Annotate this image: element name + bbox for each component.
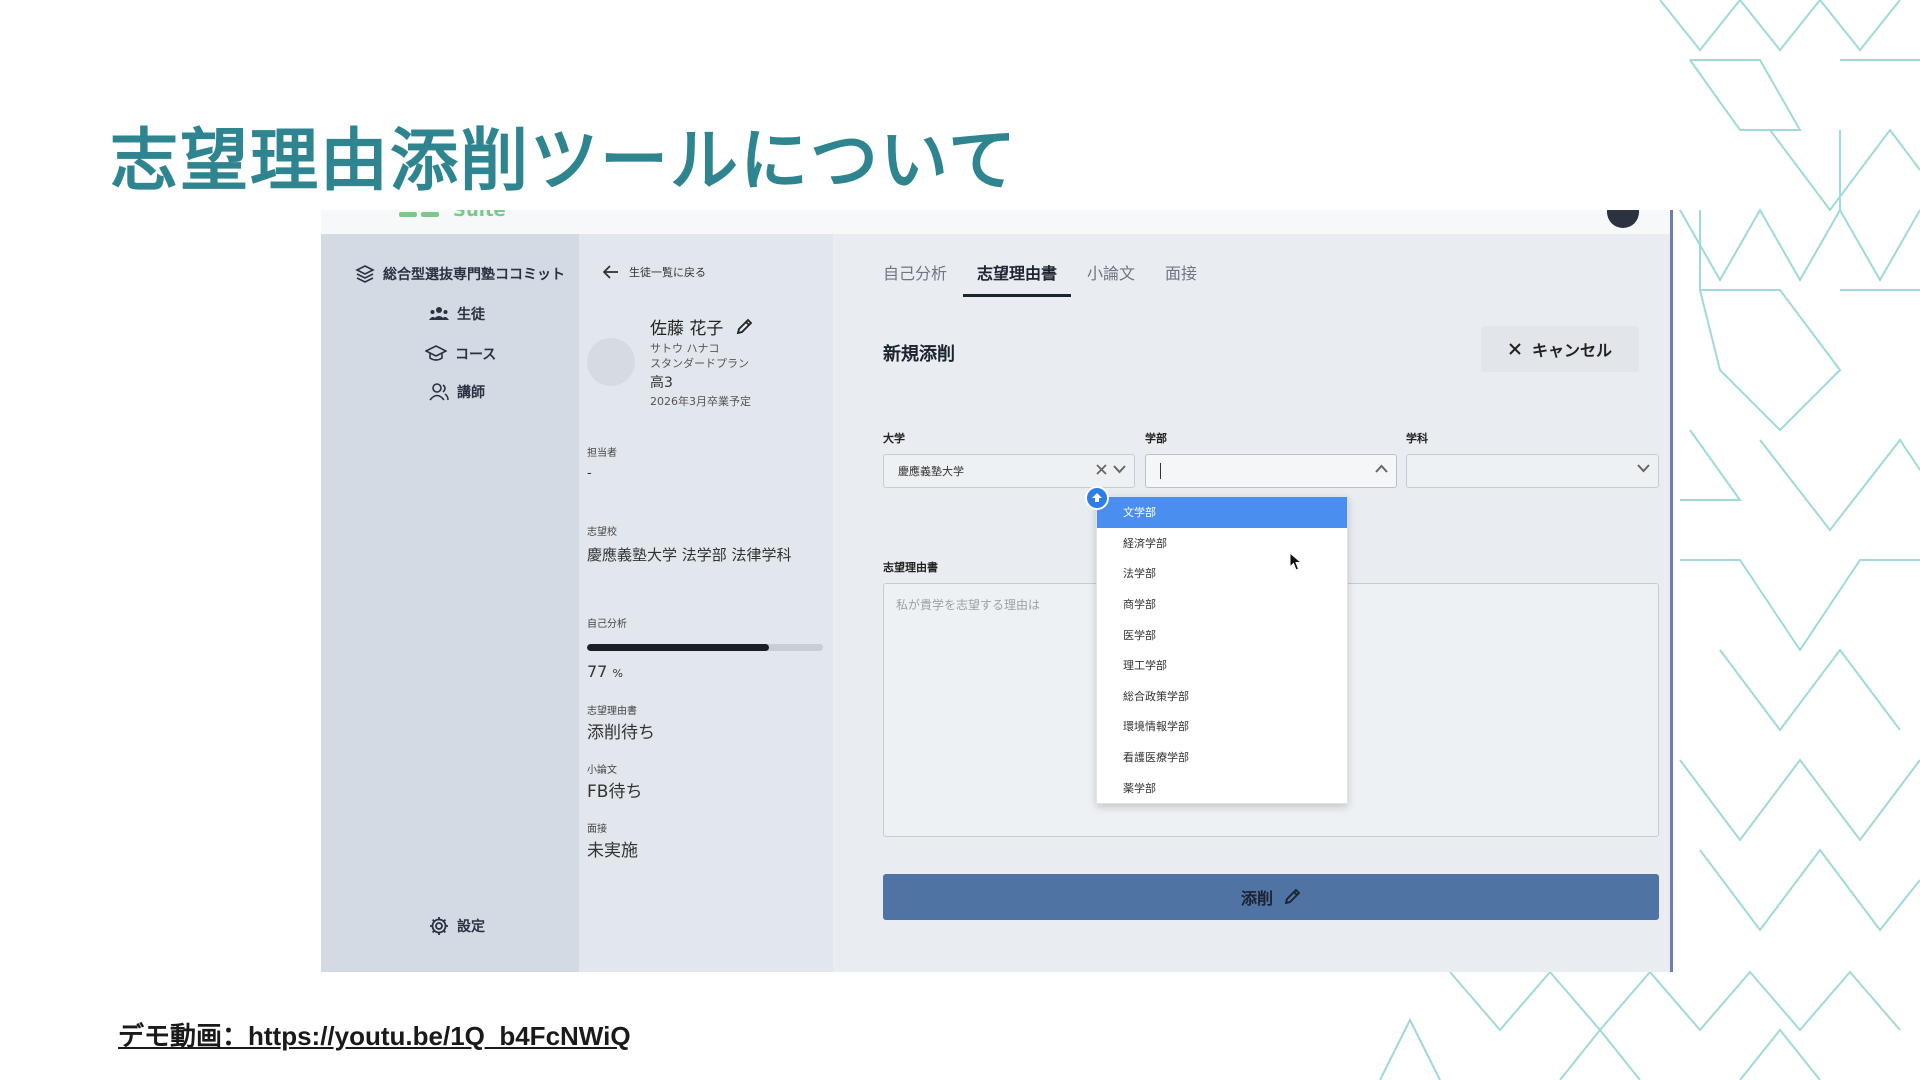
- pencil-icon[interactable]: [735, 318, 753, 336]
- logo-mark-icon: [399, 212, 439, 217]
- cancel-button[interactable]: キャンセル: [1481, 326, 1639, 372]
- manager-value: -: [587, 466, 592, 481]
- instructor-icon: [429, 383, 449, 401]
- university-label: 大学: [883, 432, 905, 445]
- faculty-option[interactable]: 医学部: [1097, 619, 1347, 650]
- demo-video-link[interactable]: デモ動画：https://youtu.be/1Q_b4FcNWiQ: [118, 1016, 631, 1053]
- students-icon: [429, 307, 449, 320]
- user-avatar[interactable]: [1607, 210, 1639, 228]
- statement-status-label: 志望理由書: [587, 706, 637, 717]
- app-topbar: Suite: [321, 210, 1673, 234]
- window-edge: [1670, 210, 1673, 972]
- submit-correction-button[interactable]: 添削: [883, 874, 1659, 920]
- clear-icon[interactable]: [1096, 464, 1107, 475]
- student-grade: 高3: [650, 375, 673, 391]
- tab-statement[interactable]: 志望理由書: [963, 260, 1072, 297]
- self-analysis-progress-bar: [587, 644, 823, 651]
- student-graduation: 2026年3月卒業予定: [650, 395, 751, 408]
- student-panel: 生徒一覧に戻る 佐藤 花子 サトウ ハナコ スタンダードプラン 高3 2026年…: [579, 234, 833, 972]
- tab-essay[interactable]: 小論文: [1073, 260, 1149, 297]
- layers-icon: [355, 265, 375, 283]
- gear-icon: [430, 917, 448, 935]
- target-school-value: 慶應義塾大学 法学部 法律学科: [587, 546, 792, 564]
- mouse-cursor-icon: [1289, 552, 1303, 571]
- faculty-option[interactable]: 文学部: [1097, 497, 1347, 528]
- department-label: 学科: [1406, 432, 1428, 445]
- sidebar: 総合型選抜専門塾ココミット 生徒 コース 講師 設定: [321, 234, 579, 972]
- faculty-option[interactable]: 看護医療学部: [1097, 742, 1347, 773]
- chevron-up-icon: [1375, 464, 1388, 473]
- essay-status-value: FB待ち: [587, 782, 643, 802]
- tab-self-analysis[interactable]: 自己分析: [883, 260, 961, 297]
- student-kana: サトウ ハナコ: [650, 342, 720, 355]
- chevron-down-icon: [1637, 464, 1650, 473]
- faculty-option[interactable]: 薬学部: [1097, 772, 1347, 803]
- statement-placeholder: 私が貴学を志望する理由は: [896, 598, 1041, 612]
- interview-status-label: 面接: [587, 824, 607, 835]
- sidebar-item-students[interactable]: 生徒: [429, 304, 485, 324]
- faculty-option[interactable]: 経済学部: [1097, 528, 1347, 559]
- chevron-down-icon: [1113, 465, 1126, 474]
- self-analysis-label: 自己分析: [587, 619, 627, 630]
- faculty-option[interactable]: 法学部: [1097, 558, 1347, 589]
- faculty-option[interactable]: 理工学部: [1097, 650, 1347, 681]
- student-plan: スタンダードプラン: [650, 357, 749, 370]
- app-logo-text: Suite: [453, 210, 506, 221]
- tab-interview[interactable]: 面接: [1151, 260, 1211, 297]
- essay-status-label: 小論文: [587, 765, 617, 776]
- self-analysis-progress-fill: [587, 644, 769, 651]
- badge-arrow-icon: [1092, 493, 1102, 502]
- sidebar-item-courses[interactable]: コース: [425, 344, 496, 364]
- app-screenshot: Suite 総合型選抜専門塾ココミット 生徒 コース 講師 設定 生徒一覧に戻る: [321, 210, 1673, 972]
- sidebar-brand[interactable]: 総合型選抜専門塾ココミット: [355, 264, 565, 284]
- faculty-option[interactable]: 環境情報学部: [1097, 711, 1347, 742]
- extension-badge-icon[interactable]: [1085, 486, 1109, 510]
- statement-label: 志望理由書: [883, 561, 938, 574]
- self-analysis-unit: %: [612, 667, 623, 680]
- target-school-label: 志望校: [587, 527, 617, 538]
- faculty-select[interactable]: [1145, 454, 1397, 488]
- student-avatar: [587, 338, 635, 386]
- sidebar-item-label: 設定: [457, 919, 485, 935]
- faculty-option[interactable]: 総合政策学部: [1097, 681, 1347, 712]
- graduation-cap-icon: [425, 345, 447, 361]
- pencil-icon: [1284, 888, 1301, 905]
- back-link-label: 生徒一覧に戻る: [629, 266, 706, 279]
- sidebar-item-settings[interactable]: 設定: [429, 916, 485, 936]
- sidebar-item-label: コース: [455, 347, 497, 363]
- self-analysis-value: 77: [587, 662, 608, 681]
- sidebar-item-instructors[interactable]: 講師: [429, 382, 485, 402]
- interview-status-value: 未実施: [587, 841, 638, 861]
- cancel-button-label: キャンセル: [1531, 341, 1612, 360]
- slide-title: 志望理由添削ツールについて: [110, 122, 1018, 201]
- text-caret: [1160, 463, 1161, 479]
- faculty-option[interactable]: 商学部: [1097, 589, 1347, 620]
- arrow-left-icon: [603, 265, 618, 279]
- section-title: 新規添削: [883, 344, 955, 365]
- faculty-dropdown-menu: 文学部 経済学部 法学部 商学部 医学部 理工学部 総合政策学部 環境情報学部 看護医療学部 薬学…: [1096, 496, 1348, 804]
- student-name-row: 佐藤 花子: [650, 314, 753, 339]
- submit-button-label: 添削: [1240, 889, 1273, 908]
- sidebar-item-label: 講師: [457, 385, 485, 401]
- tab-bar: 自己分析 志望理由書 小論文 面接: [883, 260, 1213, 297]
- back-to-students-link[interactable]: 生徒一覧に戻る: [603, 264, 706, 280]
- self-analysis-value-row: 77 %: [587, 662, 623, 681]
- student-name: 佐藤 花子: [650, 319, 724, 339]
- department-select[interactable]: [1406, 454, 1659, 488]
- university-select-value: 慶應義塾大学: [898, 465, 964, 478]
- university-select[interactable]: 慶應義塾大学: [883, 454, 1135, 488]
- faculty-label: 学部: [1145, 432, 1167, 445]
- statement-status-value: 添削待ち: [587, 723, 655, 743]
- manager-label: 担当者: [587, 448, 617, 459]
- sidebar-item-label: 生徒: [457, 307, 485, 323]
- sidebar-brand-label: 総合型選抜専門塾ココミット: [383, 267, 565, 283]
- close-icon: [1509, 343, 1521, 355]
